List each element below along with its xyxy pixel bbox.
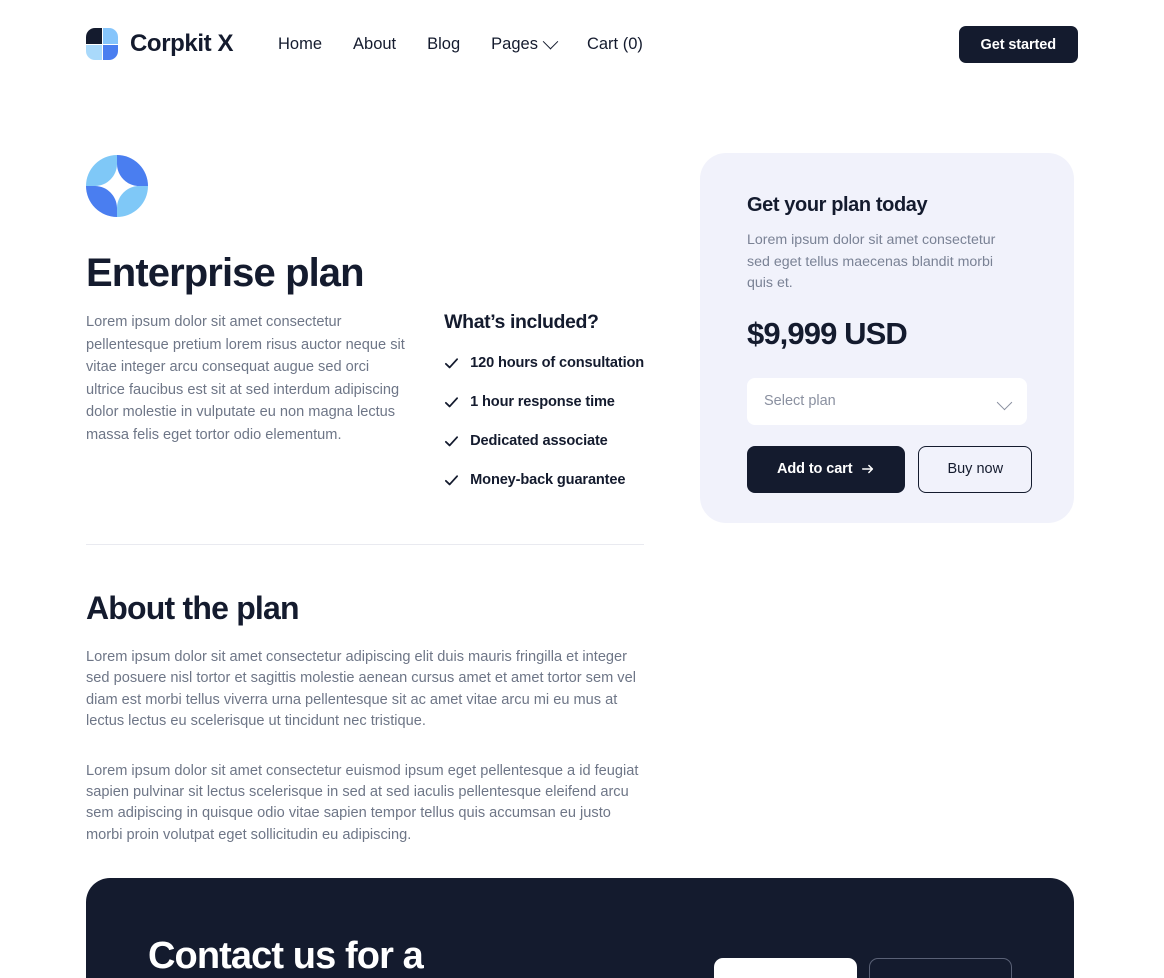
add-to-cart-button[interactable]: Add to cart	[747, 445, 906, 493]
contact-primary-button[interactable]	[714, 958, 857, 978]
buy-now-button[interactable]: Buy now	[918, 445, 1033, 493]
contact-actions	[714, 958, 1012, 978]
main-nav: Home About Blog Pages Cart (0)	[278, 33, 643, 55]
brand-logo-link[interactable]: Corpkit X	[86, 28, 233, 60]
feature-label: Money-back guarantee	[470, 472, 626, 488]
chevron-down-icon	[542, 33, 559, 49]
feature-label: 120 hours of consultation	[470, 355, 644, 371]
check-icon	[445, 358, 459, 369]
get-started-button[interactable]: Get started	[958, 26, 1078, 63]
list-item: Money-back guarantee	[444, 471, 644, 489]
plan-summary-row: Lorem ipsum dolor sit amet consectetur p…	[86, 311, 644, 489]
section-divider	[86, 544, 644, 545]
about-paragraph-1: Lorem ipsum dolor sit amet consectetur a…	[86, 649, 636, 730]
site-header: Corpkit X Home About Blog Pages Cart (0)…	[0, 0, 1164, 88]
arrow-right-icon	[862, 464, 874, 474]
whats-included-block: What’s included? 120 hours of consultati…	[444, 311, 644, 489]
about-paragraph-2: Lorem ipsum dolor sit amet consectetur e…	[86, 762, 639, 843]
feature-list: 120 hours of consultation 1 hour respons…	[444, 354, 644, 489]
pricing-card-title: Get your plan today	[747, 194, 928, 216]
nav-item-home-label: Home	[278, 35, 323, 53]
page-title: Enterprise plan	[86, 251, 365, 295]
four-point-star-circle-icon	[86, 155, 148, 217]
plan-details-column: Enterprise plan Lorem ipsum dolor sit am…	[86, 155, 644, 846]
check-icon	[445, 397, 459, 408]
price-value: $9,999 USD	[747, 315, 908, 351]
pricing-cta-row: Add to cart Buy now	[747, 445, 1033, 493]
check-icon	[445, 436, 459, 447]
whats-included-title: What’s included?	[444, 311, 599, 333]
plan-select[interactable]: Select plan	[747, 377, 1027, 425]
contact-secondary-button[interactable]	[869, 958, 1012, 978]
nav-item-cart-label: Cart (0)	[586, 35, 643, 53]
nav-item-pages[interactable]: Pages	[491, 33, 559, 55]
plan-lead-text: Lorem ipsum dolor sit amet consectetur p…	[86, 314, 405, 443]
nav-item-pages-label: Pages	[491, 35, 538, 53]
page-root: Corpkit X Home About Blog Pages Cart (0)…	[0, 0, 1164, 978]
feature-label: Dedicated associate	[470, 433, 608, 449]
feature-label: 1 hour response time	[470, 394, 615, 410]
nav-item-blog[interactable]: Blog	[427, 33, 460, 55]
list-item: Dedicated associate	[444, 432, 644, 450]
list-item: 1 hour response time	[444, 393, 644, 411]
brand-name: Corpkit X	[130, 30, 234, 57]
nav-item-home[interactable]: Home	[278, 33, 322, 55]
four-square-logo-icon	[86, 28, 118, 60]
nav-item-about[interactable]: About	[353, 33, 396, 55]
nav-item-blog-label: Blog	[427, 35, 461, 53]
check-icon	[445, 475, 459, 486]
nav-item-cart[interactable]: Cart (0)	[587, 33, 643, 55]
nav-item-about-label: About	[353, 35, 397, 53]
plan-select-wrapper: Select plan	[747, 377, 1027, 425]
pricing-card-subtitle: Lorem ipsum dolor sit amet consectetur s…	[747, 232, 996, 291]
pricing-card: Get your plan today Lorem ipsum dolor si…	[700, 153, 1074, 523]
contact-section: Contact us for a	[86, 878, 1074, 978]
list-item: 120 hours of consultation	[444, 354, 644, 372]
contact-heading: Contact us for a	[148, 935, 424, 977]
add-to-cart-label: Add to cart	[777, 461, 853, 477]
about-the-plan-title: About the plan	[86, 590, 300, 626]
